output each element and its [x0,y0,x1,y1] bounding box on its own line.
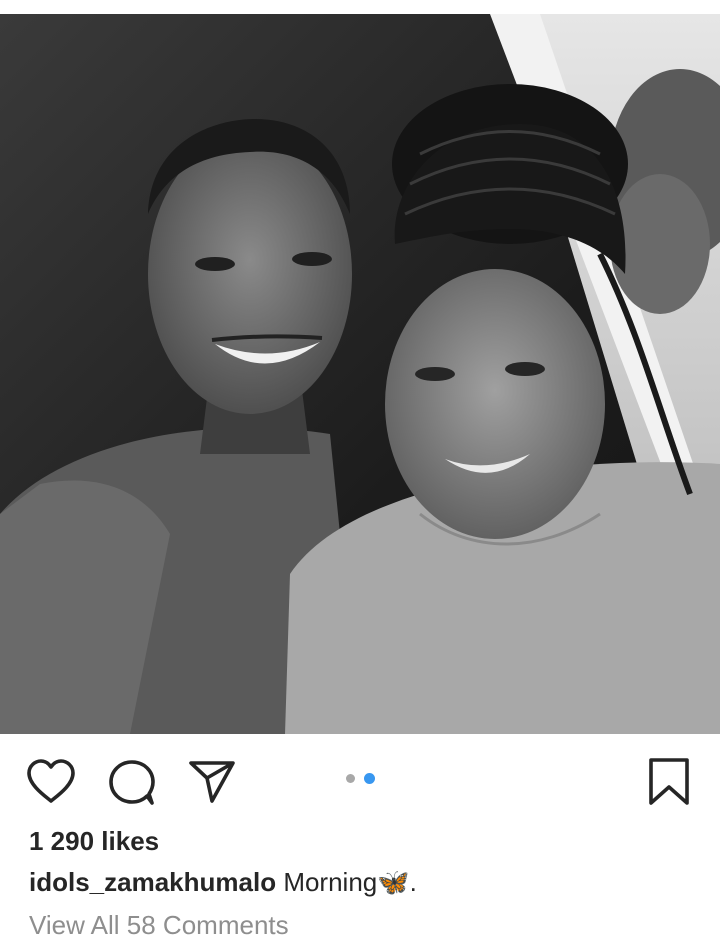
photo-illustration [0,14,720,734]
caption-text: Morning [283,867,378,897]
bookmark-outline-icon [649,758,689,805]
carousel-indicator [344,773,378,785]
post-caption: idols_zamakhumalo Morning🦋. [29,867,417,898]
likes-count[interactable]: 1 290 likes [29,826,159,857]
post-photo[interactable] [0,14,720,734]
caption-suffix: . [409,867,417,897]
like-button[interactable] [25,756,77,808]
heart-outline-icon [27,759,75,803]
comment-button[interactable] [106,756,158,808]
save-button[interactable] [643,756,695,808]
share-button[interactable] [186,756,238,808]
carousel-dot-2-active [364,773,375,784]
speech-bubble-icon [109,760,155,805]
butterfly-emoji: 🦋 [377,867,410,897]
view-all-comments-link[interactable]: View All 58 Comments [29,910,289,941]
top-divider [0,0,720,14]
paper-plane-icon [189,761,235,803]
carousel-dot-1 [346,774,355,783]
caption-username[interactable]: idols_zamakhumalo [29,867,276,897]
